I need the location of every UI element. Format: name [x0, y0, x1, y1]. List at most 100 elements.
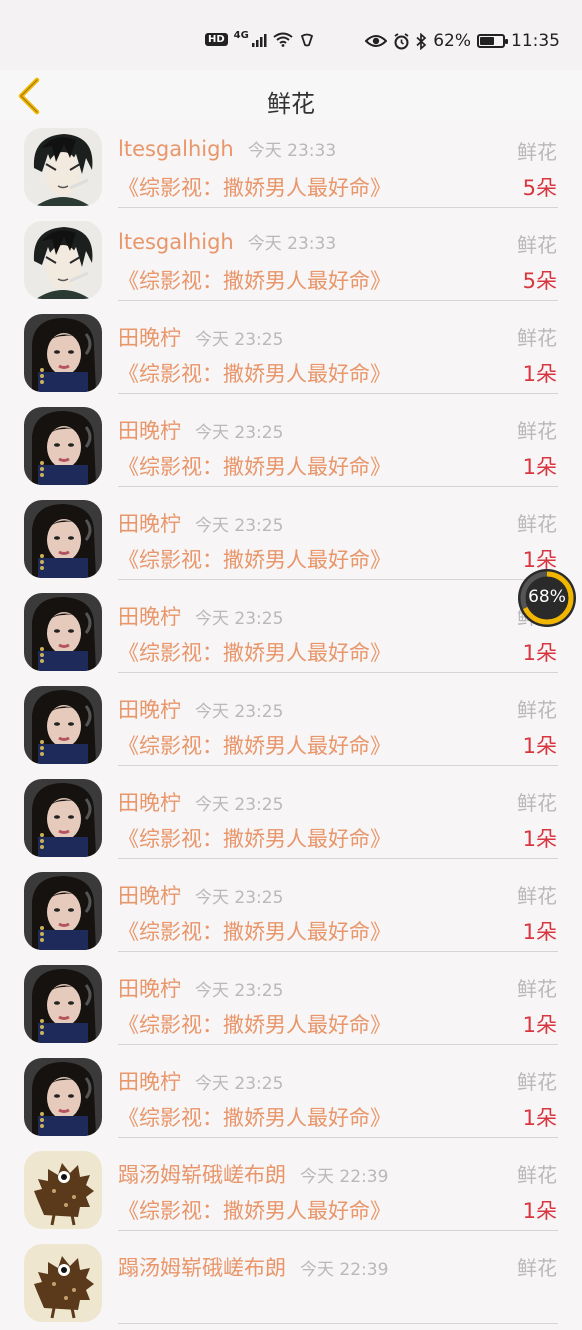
gift-count: 1朵 [522, 1199, 557, 1223]
hd-badge: HD [205, 33, 228, 46]
male-avatar[interactable] [24, 221, 102, 299]
nfc-icon [300, 33, 313, 47]
female-avatar[interactable] [24, 407, 102, 485]
list-item[interactable]: 田晚柠今天 23:25 鲜花 《综影视：撒娇男人最好命》 1朵 [0, 586, 582, 679]
sender-name: 田晚柠 [118, 1070, 181, 1094]
sender-name: 田晚柠 [118, 698, 181, 722]
list-item[interactable]: 田晚柠今天 23:25 鲜花 《综影视：撒娇男人最好命》 1朵 [0, 772, 582, 865]
battery-percent: 62% [433, 31, 471, 51]
eye-icon [365, 35, 388, 47]
gift-time: 今天 23:25 [195, 888, 284, 908]
list-item[interactable]: 田晚柠今天 23:25 鲜花 《综影视：撒娇男人最好命》 1朵 [0, 679, 582, 772]
book-title[interactable]: 《综影视：撒娇男人最好命》 [118, 265, 391, 295]
clock: 11:35 [511, 31, 560, 51]
gift-time: 今天 23:33 [247, 141, 337, 161]
gift-count: 1朵 [522, 362, 557, 386]
list-item[interactable]: 田晚柠今天 23:25 鲜花 《综影视：撒娇男人最好命》 1朵 [0, 307, 582, 400]
gift-time: 今天 23:25 [195, 981, 284, 1001]
hedgehog-avatar[interactable] [24, 1151, 102, 1229]
male-avatar[interactable] [24, 128, 102, 206]
sender-name: ltesgalhigh [118, 230, 234, 254]
status-bar: HD 4G 62% 11:35 [0, 0, 582, 70]
sender-name: 田晚柠 [118, 419, 181, 443]
sender-name: 田晚柠 [118, 977, 181, 1001]
gift-count: 1朵 [522, 827, 557, 851]
female-avatar[interactable] [24, 314, 102, 392]
row-divider [118, 486, 558, 487]
female-avatar[interactable] [24, 500, 102, 578]
gift-count: 5朵 [522, 269, 557, 293]
gift-count: 1朵 [522, 734, 557, 758]
battery-nub [505, 39, 508, 44]
list-item[interactable]: 田晚柠今天 23:25 鲜花 《综影视：撒娇男人最好命》 1朵 [0, 1051, 582, 1144]
sender-name: 田晚柠 [118, 884, 181, 908]
book-title[interactable]: 《综影视：撒娇男人最好命》 [118, 1195, 391, 1225]
list-item[interactable]: 田晚柠今天 23:25 鲜花 《综影视：撒娇男人最好命》 1朵 [0, 493, 582, 586]
sender-name: 蹋汤姆崭硪嵯布朗 [118, 1256, 286, 1280]
sender-name-line: 田晚柠 今天 23:25 [118, 601, 283, 631]
sender-name: 蹋汤姆崭硪嵯布朗 [118, 1163, 286, 1187]
gift-count: 1朵 [522, 1013, 557, 1037]
book-title[interactable]: 《综影视：撒娇男人最好命》 [118, 916, 391, 946]
row-divider [118, 951, 558, 952]
sender-name: 田晚柠 [118, 791, 181, 815]
list-item[interactable]: 蹋汤姆崭硪嵯布朗 今天 22:39 鲜花 [0, 1237, 582, 1330]
book-title[interactable]: 《综影视：撒娇男人最好命》 [118, 451, 391, 481]
gift-type-label: 鲜花 [517, 233, 557, 257]
book-title[interactable]: 《综影视：撒娇男人最好命》 [118, 172, 391, 202]
list-item[interactable]: ltesgalhigh 今天 23:33 鲜花 《综影视：撒娇男人最好命》 5朵 [0, 214, 582, 307]
list-item[interactable]: 蹋汤姆崭硪嵯布朗 今天 22:39 鲜花 《综影视：撒娇男人最好命》 1朵 [0, 1144, 582, 1237]
gift-time: 今天 22:39 [300, 1167, 389, 1187]
gift-time: 今天 23:25 [195, 516, 284, 536]
row-divider [118, 1044, 558, 1045]
female-avatar[interactable] [24, 779, 102, 857]
gift-type-label: 鲜花 [517, 1070, 557, 1094]
status-left: HD 4G [205, 30, 315, 47]
female-avatar[interactable] [24, 872, 102, 950]
sender-name-line: 田晚柠 今天 23:25 [118, 787, 283, 817]
female-avatar[interactable] [24, 965, 102, 1043]
gift-type-label: 鲜花 [517, 512, 557, 536]
gift-time: 今天 23:33 [247, 234, 337, 254]
gift-time: 今天 23:25 [195, 702, 284, 722]
sender-name-line: 田晚柠 今天 23:25 [118, 880, 283, 910]
book-title[interactable]: 《综影视：撒娇男人最好命》 [118, 1102, 391, 1132]
sender-name: ltesgalhigh [118, 137, 234, 161]
gift-count: 1朵 [522, 920, 557, 944]
gift-time: 今天 23:25 [195, 1074, 284, 1094]
list-item[interactable]: 田晚柠今天 23:25 鲜花 《综影视：撒娇男人最好命》 1朵 [0, 400, 582, 493]
sender-name-line: 田晚柠 今天 23:25 [118, 322, 283, 352]
sender-name-line: 田晚柠 今天 23:25 [118, 508, 283, 538]
list-item[interactable]: 田晚柠今天 23:25 鲜花 《综影视：撒娇男人最好命》 1朵 [0, 958, 582, 1051]
floating-progress-badge[interactable]: 68% [518, 569, 576, 627]
network-type: 4G [233, 30, 249, 41]
list-item[interactable]: 田晚柠今天 23:25 鲜花 《综影视：撒娇男人最好命》 1朵 [0, 865, 582, 958]
hedgehog-avatar[interactable] [24, 1244, 102, 1322]
sender-name-line: ltesgalhigh 今天 23:33 [118, 136, 336, 161]
female-avatar[interactable] [24, 1058, 102, 1136]
row-divider [118, 858, 558, 859]
gift-type-label: 鲜花 [517, 977, 557, 1001]
gift-time: 今天 23:25 [195, 795, 284, 815]
book-title[interactable]: 《综影视：撒娇男人最好命》 [118, 637, 391, 667]
row-divider [118, 393, 558, 394]
gift-count: 1朵 [522, 1106, 557, 1130]
gift-record-list[interactable]: ltesgalhigh 今天 23:33 鲜花 《综影视：撒娇男人最好命》 5朵 … [0, 121, 582, 1330]
female-avatar[interactable] [24, 686, 102, 764]
gift-time: 今天 23:25 [195, 423, 284, 443]
row-divider [118, 672, 558, 673]
sender-name-line: ltesgalhigh 今天 23:33 [118, 229, 336, 254]
sender-name-line: 蹋汤姆崭硪嵯布朗 今天 22:39 [118, 1252, 388, 1282]
sender-name-line: 田晚柠 今天 23:25 [118, 415, 283, 445]
book-title[interactable]: 《综影视：撒娇男人最好命》 [118, 544, 391, 574]
book-title[interactable]: 《综影视：撒娇男人最好命》 [118, 358, 391, 388]
book-title[interactable]: 《综影视：撒娇男人最好命》 [118, 823, 391, 853]
female-avatar[interactable] [24, 593, 102, 671]
list-item[interactable]: ltesgalhigh 今天 23:33 鲜花 《综影视：撒娇男人最好命》 5朵 [0, 121, 582, 214]
gift-type-label: 鲜花 [517, 698, 557, 722]
book-title[interactable]: 《综影视：撒娇男人最好命》 [118, 730, 391, 760]
wifi-icon [273, 32, 293, 47]
book-title[interactable]: 《综影视：撒娇男人最好命》 [118, 1009, 391, 1039]
gift-type-label: 鲜花 [517, 1163, 557, 1187]
page-title: 鲜花 [267, 90, 315, 118]
